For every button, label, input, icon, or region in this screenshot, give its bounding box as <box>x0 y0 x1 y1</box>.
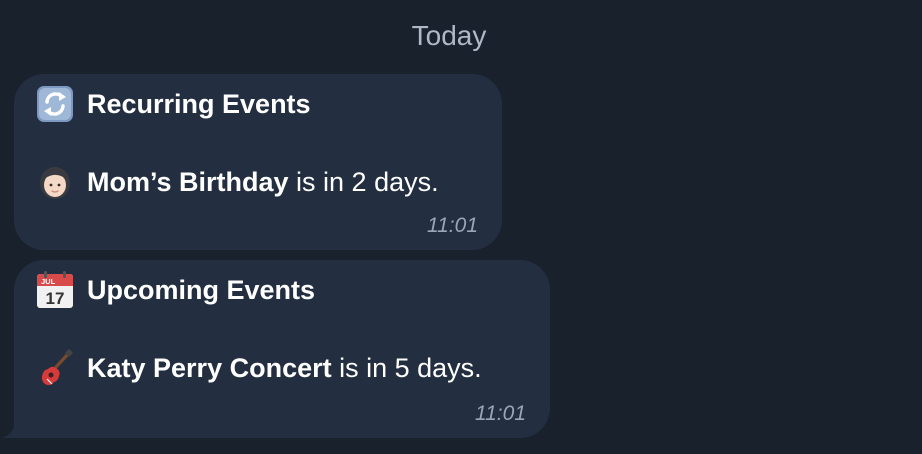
calendar-month-text: JUL <box>41 277 56 286</box>
event-suffix: is in 5 days. <box>331 352 482 383</box>
guitar-icon <box>36 349 74 387</box>
message-bubble-recurring-events[interactable]: Recurring Events Mom’s Birthday is in 2 … <box>14 74 502 250</box>
message-timestamp: 11:01 <box>427 214 478 237</box>
calendar-day-text: 17 <box>46 289 65 308</box>
chat-view: Today Recurring Events Mom’s Birthday is… <box>0 0 922 454</box>
message-title-row: Recurring Events <box>36 86 311 122</box>
message-title-row: JUL 17 Upcoming Events <box>36 271 316 309</box>
message-title: Upcoming Events <box>87 274 316 305</box>
message-timestamp: 11:01 <box>475 402 526 425</box>
message-title: Recurring Events <box>87 88 311 119</box>
woman-face-icon <box>36 163 74 201</box>
event-name: Katy Perry Concert <box>87 352 332 383</box>
message-bubble-upcoming-events[interactable]: JUL 17 Upcoming Events Katy Perry Concer… <box>14 260 550 438</box>
message-body-row: Mom’s Birthday is in 2 days. <box>36 164 439 200</box>
bubble-tail <box>2 400 28 438</box>
recurring-arrows-icon <box>36 85 74 123</box>
message-body-row: Katy Perry Concert is in 5 days. <box>36 349 482 387</box>
calendar-icon: JUL 17 <box>36 271 74 309</box>
event-suffix: is in 2 days. <box>288 166 439 197</box>
event-name: Mom’s Birthday <box>87 166 289 197</box>
date-separator: Today <box>411 20 487 51</box>
